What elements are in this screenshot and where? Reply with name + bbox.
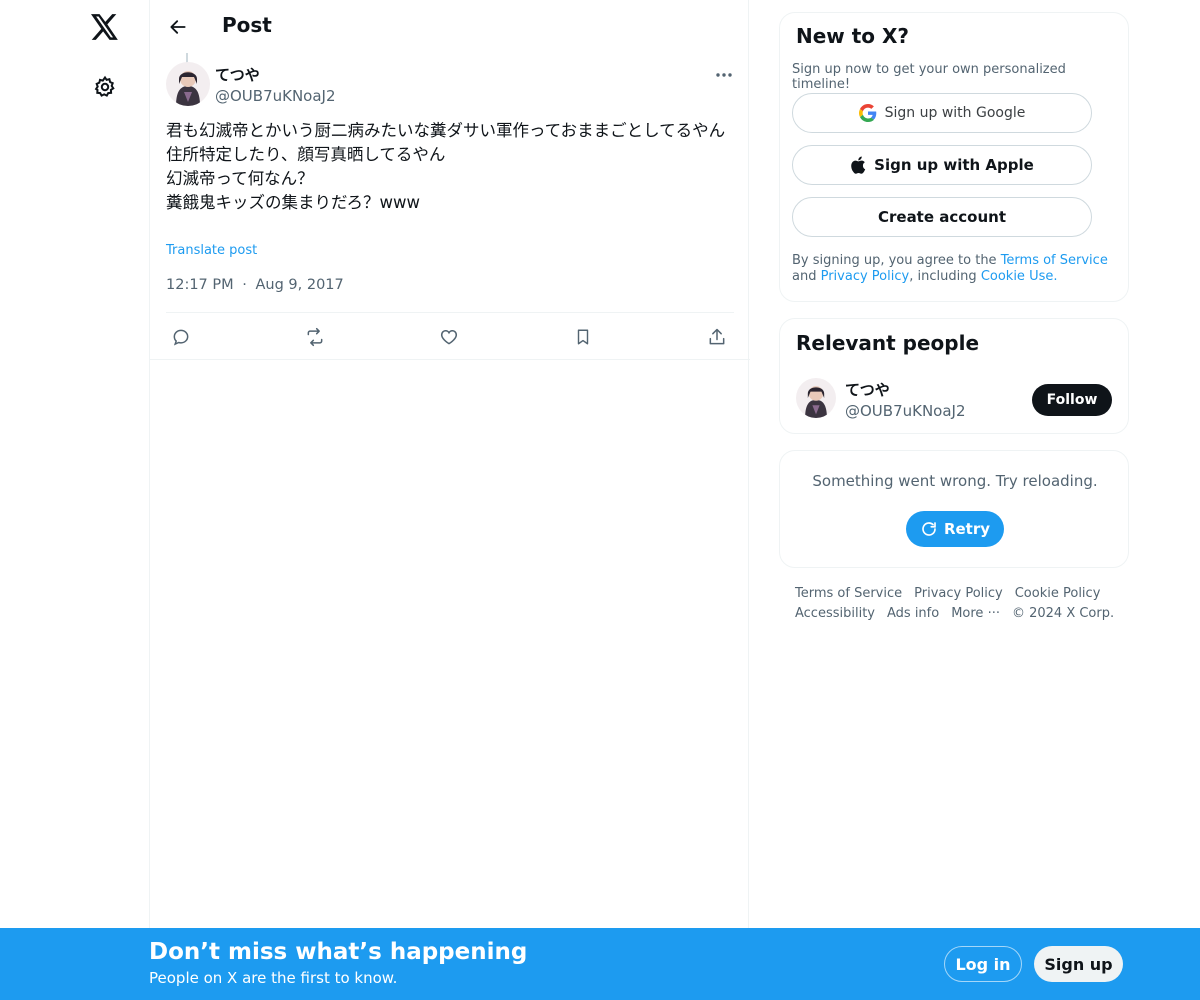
- footer-link-privacy[interactable]: Privacy Policy: [914, 584, 1003, 604]
- person-handle[interactable]: @OUB7uKNoaJ2: [845, 402, 966, 420]
- signup-apple-button[interactable]: Sign up with Apple: [792, 145, 1092, 185]
- author-name[interactable]: てつや: [215, 64, 260, 85]
- privacy-link[interactable]: Privacy Policy: [821, 269, 910, 284]
- post-timestamp[interactable]: 12:17 PM · Aug 9, 2017: [166, 277, 344, 293]
- login-button[interactable]: Log in: [944, 946, 1022, 982]
- post-text: 君も幻滅帝とかいう厨二病みたいな糞ダサい軍作っておままごとしてるやん 住所特定し…: [166, 119, 736, 215]
- legal-and: and: [792, 269, 821, 284]
- terms-link[interactable]: Terms of Service: [1001, 253, 1108, 268]
- post-actions: [166, 313, 734, 359]
- share-icon[interactable]: [704, 324, 730, 350]
- post-text-line: 糞餓鬼キッズの集まりだろ？www: [166, 193, 420, 212]
- copyright: © 2024 X Corp.: [1011, 606, 1115, 621]
- google-icon: [858, 104, 877, 122]
- create-account-label: Create account: [877, 208, 1006, 226]
- avatar[interactable]: [796, 378, 836, 418]
- author-handle[interactable]: @OUB7uKNoaJ2: [215, 87, 336, 105]
- post-text-line: 君も幻滅帝とかいう厨二病みたいな糞ダサい軍作っておままごとしてるやん: [166, 121, 726, 140]
- arrow-left-icon[interactable]: [162, 11, 194, 43]
- apple-icon: [850, 156, 866, 174]
- gear-icon[interactable]: [89, 71, 121, 103]
- legal-including: , including: [909, 269, 981, 284]
- relevant-people-title: Relevant people: [796, 331, 980, 355]
- footer-link-more[interactable]: More ···: [951, 604, 1000, 624]
- person-name[interactable]: てつや: [845, 379, 890, 400]
- banner-subtitle: People on X are the first to know.: [149, 969, 398, 987]
- avatar[interactable]: [166, 62, 210, 106]
- relevant-people-card: Relevant people てつや @OUB7uKNoaJ2 Follow: [779, 318, 1129, 434]
- post-date: Aug 9, 2017: [255, 277, 344, 293]
- signup-legal-text: By signing up, you agree to the Terms of…: [792, 253, 1122, 285]
- signup-card-title: New to X?: [796, 24, 910, 48]
- refresh-icon: [920, 520, 938, 538]
- bookmark-icon[interactable]: [570, 324, 596, 350]
- repost-icon[interactable]: [302, 324, 328, 350]
- divider: [150, 359, 750, 360]
- login-banner: Don’t miss what’s happening People on X …: [0, 928, 1200, 1000]
- footer-link-terms[interactable]: Terms of Service: [795, 584, 902, 604]
- retry-button[interactable]: Retry: [906, 511, 1004, 547]
- page-header: Post: [150, 0, 750, 53]
- signup-card-subtitle: Sign up now to get your own personalized…: [792, 62, 1066, 92]
- page-title: Post: [222, 13, 272, 37]
- like-icon[interactable]: [436, 324, 462, 350]
- footer-link-ads-info[interactable]: Ads info: [887, 604, 939, 624]
- main-column: Post てつや @OUB7uKNoaJ2 君も幻滅帝とかいう厨二病みたいな糞ダ…: [149, 0, 750, 1000]
- legal-prefix: By signing up, you agree to the: [792, 253, 1001, 268]
- footer-link-accessibility[interactable]: Accessibility: [795, 604, 875, 624]
- banner-title: Don’t miss what’s happening: [149, 939, 528, 965]
- error-message: Something went wrong. Try reloading.: [812, 472, 1098, 490]
- post-text-line: 住所特定したり、顔写真晒してるやん: [166, 145, 446, 164]
- signup-google-button[interactable]: Sign up with Google: [792, 93, 1092, 133]
- timestamp-separator: ·: [242, 277, 247, 293]
- signup-card: New to X? Sign up now to get your own pe…: [779, 12, 1129, 302]
- signup-button[interactable]: Sign up: [1034, 946, 1123, 982]
- left-nav: [0, 0, 150, 1000]
- footer-links: Terms of Service Privacy Policy Cookie Pol…: [795, 584, 1135, 624]
- translate-post-link[interactable]: Translate post: [166, 243, 257, 258]
- signup-apple-label: Sign up with Apple: [874, 156, 1034, 174]
- more-horizontal-icon[interactable]: [710, 63, 738, 87]
- follow-button[interactable]: Follow: [1032, 384, 1112, 416]
- reply-icon[interactable]: [168, 324, 194, 350]
- footer-link-cookie[interactable]: Cookie Policy: [1015, 584, 1101, 604]
- error-card: Something went wrong. Try reloading. Ret…: [779, 450, 1129, 568]
- post-text-line: 幻滅帝って何なん？: [166, 169, 314, 188]
- cookie-use-link[interactable]: Cookie Use.: [981, 269, 1058, 284]
- signup-google-label: Sign up with Google: [884, 105, 1026, 121]
- post-time: 12:17 PM: [166, 277, 234, 293]
- create-account-button[interactable]: Create account: [792, 197, 1092, 237]
- x-logo-icon[interactable]: [88, 10, 122, 44]
- retry-label: Retry: [943, 520, 991, 538]
